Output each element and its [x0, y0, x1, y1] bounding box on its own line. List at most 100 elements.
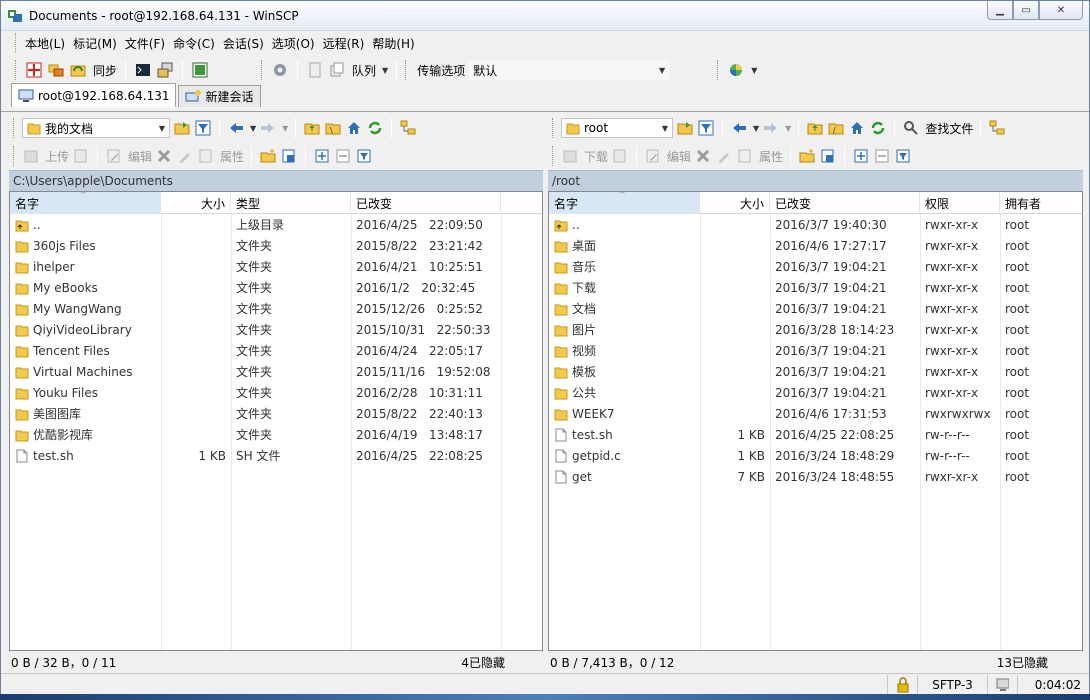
new-folder-icon[interactable]	[259, 147, 277, 165]
home-icon[interactable]	[345, 119, 363, 137]
chevron-down-icon[interactable]: ▼	[751, 66, 757, 75]
transfer-settings-select[interactable]: 默认 ▼	[469, 60, 670, 80]
table-row[interactable]: 模板 2016/3/7 19:04:21 rwxr-xr-x root	[549, 361, 1082, 382]
remote-path-bar[interactable]: /root	[548, 170, 1083, 191]
synchronize-browsing-icon[interactable]	[47, 61, 65, 79]
chevron-down-icon[interactable]: ▼	[250, 124, 256, 133]
remote-header-owner[interactable]: 拥有者	[1000, 192, 1082, 214]
table-row[interactable]: 美图图库 文件夹 2015/8/22 22:40:13	[10, 403, 542, 424]
new-file-icon[interactable]	[280, 147, 298, 165]
root-directory-icon[interactable]: \	[324, 119, 342, 137]
queue-list-icon[interactable]	[306, 61, 324, 79]
remote-file-list[interactable]: 名字 ^ 大小 已改变 权限 拥有者 .. 2016/3/7 19:40:30 rwx…	[548, 190, 1083, 651]
tree-view-icon[interactable]	[988, 119, 1006, 137]
remote-location-select[interactable]: root ▼	[561, 118, 673, 138]
queue-icon[interactable]	[328, 61, 346, 79]
compare-directories-icon[interactable]	[25, 61, 43, 79]
queue-button[interactable]: 队列	[352, 62, 376, 79]
table-row[interactable]: 360js Files 文件夹 2015/8/22 23:21:42	[10, 235, 542, 256]
toolbar-grip[interactable]	[552, 146, 555, 166]
forward-arrow-icon[interactable]	[259, 119, 277, 137]
table-row[interactable]: 下载 2016/3/7 19:04:21 rwxr-xr-x root	[549, 277, 1082, 298]
rename-icon[interactable]	[176, 147, 194, 165]
table-row[interactable]: Youku Files 文件夹 2016/2/28 10:31:11	[10, 382, 542, 403]
table-row[interactable]: 文档 2016/3/7 19:04:21 rwxr-xr-x root	[549, 298, 1082, 319]
parent-directory-icon[interactable]	[806, 119, 824, 137]
encryption-lock-icon[interactable]	[887, 674, 917, 695]
table-row[interactable]: 公共 2016/3/7 19:04:21 rwxr-xr-x root	[549, 382, 1082, 403]
select-plus-icon[interactable]	[313, 147, 331, 165]
local-header-changed[interactable]: 已改变	[351, 192, 501, 214]
table-row[interactable]: 视频 2016/3/7 19:04:21 rwxr-xr-x root	[549, 340, 1082, 361]
chevron-down-icon[interactable]: ▼	[282, 124, 288, 133]
delete-icon[interactable]	[155, 147, 173, 165]
menu-options[interactable]: 选项(O)	[268, 35, 319, 52]
remote-header-size[interactable]: 大小	[700, 192, 770, 214]
upload-queue-icon[interactable]	[72, 147, 90, 165]
new-folder-icon[interactable]	[798, 147, 816, 165]
download-queue-icon[interactable]	[611, 147, 629, 165]
home-icon[interactable]	[848, 119, 866, 137]
menu-files[interactable]: 文件(F)	[121, 35, 169, 52]
properties-button[interactable]: 属性	[220, 148, 244, 165]
find-files-button[interactable]: 查找文件	[925, 120, 973, 137]
parent-directory-icon[interactable]	[303, 119, 321, 137]
toolbar-grip[interactable]	[13, 118, 16, 138]
toolbar-grip[interactable]	[405, 60, 408, 80]
unselect-minus-icon[interactable]	[334, 147, 352, 165]
table-row[interactable]: .. 上级目录 2016/4/25 22:09:50	[10, 214, 542, 235]
table-row[interactable]: test.sh 1 KB SH 文件 2016/4/25 22:08:25	[10, 445, 542, 466]
table-row[interactable]: My WangWang 文件夹 2015/12/26 0:25:52	[10, 298, 542, 319]
tab-new-session[interactable]: 新建会话	[178, 85, 261, 107]
toolbar-grip[interactable]	[552, 118, 555, 138]
chevron-down-icon[interactable]: ▼	[382, 66, 388, 75]
unselect-minus-icon[interactable]	[873, 147, 891, 165]
table-row[interactable]: 优酷影视库 文件夹 2016/4/19 13:48:17	[10, 424, 542, 445]
table-row[interactable]: WEEK7 2016/4/6 17:31:53 rwxrwxrwx root	[549, 403, 1082, 424]
open-directory-icon[interactable]	[676, 119, 694, 137]
rename-icon[interactable]	[715, 147, 733, 165]
upload-button[interactable]: 上传	[45, 148, 69, 165]
local-location-select[interactable]: 我的文档 ▼	[22, 118, 170, 138]
table-row[interactable]: .. 2016/3/7 19:40:30 rwxr-xr-x root	[549, 214, 1082, 235]
table-row[interactable]: QiyiVideoLibrary 文件夹 2015/10/31 22:50:33	[10, 319, 542, 340]
menu-commands[interactable]: 命令(C)	[169, 35, 219, 52]
remote-header-changed[interactable]: 已改变	[770, 192, 920, 214]
toolbar-grip[interactable]	[15, 60, 18, 80]
remote-status-hidden[interactable]: 13已隐藏	[997, 654, 1048, 671]
putty-icon[interactable]	[156, 61, 174, 79]
menu-local[interactable]: 本地(L)	[21, 35, 69, 52]
local-header-name[interactable]: 名字 ^	[10, 190, 161, 214]
table-row[interactable]: My eBooks 文件夹 2016/1/2 20:32:45	[10, 277, 542, 298]
color-picker-icon[interactable]	[727, 61, 745, 79]
refresh-icon[interactable]	[366, 119, 384, 137]
table-row[interactable]: get 7 KB 2016/3/24 18:48:55 rwxr-xr-x root	[549, 466, 1082, 487]
table-row[interactable]: 音乐 2016/3/7 19:04:21 rwxr-xr-x root	[549, 256, 1082, 277]
preferences-gear-icon[interactable]	[271, 61, 289, 79]
menu-session[interactable]: 会话(S)	[219, 35, 268, 52]
table-row[interactable]: 图片 2016/3/28 18:14:23 rwxr-xr-x root	[549, 319, 1082, 340]
tab-session-root[interactable]: root@192.168.64.131	[11, 83, 177, 107]
table-row[interactable]: Virtual Machines 文件夹 2015/11/16 19:52:08	[10, 361, 542, 382]
synchronize-icon[interactable]	[69, 61, 87, 79]
table-row[interactable]: getpid.c 1 KB 2016/3/24 18:48:29 rw-r--r-- r…	[549, 445, 1082, 466]
table-row[interactable]: test.sh 1 KB 2016/4/25 22:08:25 rw-r--r-- ro…	[549, 424, 1082, 445]
toolbar-grip[interactable]	[261, 60, 264, 80]
chevron-down-icon[interactable]: ▼	[785, 124, 791, 133]
properties-button[interactable]: 属性	[759, 148, 783, 165]
root-directory-icon[interactable]: /	[827, 119, 845, 137]
select-filter-icon[interactable]	[894, 147, 912, 165]
select-filter-icon[interactable]	[355, 147, 373, 165]
menu-remote[interactable]: 远程(R)	[319, 35, 369, 52]
new-file-icon[interactable]	[819, 147, 837, 165]
menu-mark[interactable]: 标记(M)	[69, 35, 121, 52]
chevron-down-icon[interactable]: ▼	[753, 124, 759, 133]
close-button[interactable]: ✕	[1039, 1, 1083, 20]
forward-arrow-icon[interactable]	[762, 119, 780, 137]
toolbar-grip[interactable]	[15, 33, 18, 53]
filter-icon[interactable]	[697, 119, 715, 137]
refresh-icon[interactable]	[869, 119, 887, 137]
select-plus-icon[interactable]	[852, 147, 870, 165]
edit-button[interactable]: 编辑	[128, 148, 152, 165]
edit-button[interactable]: 编辑	[667, 148, 691, 165]
